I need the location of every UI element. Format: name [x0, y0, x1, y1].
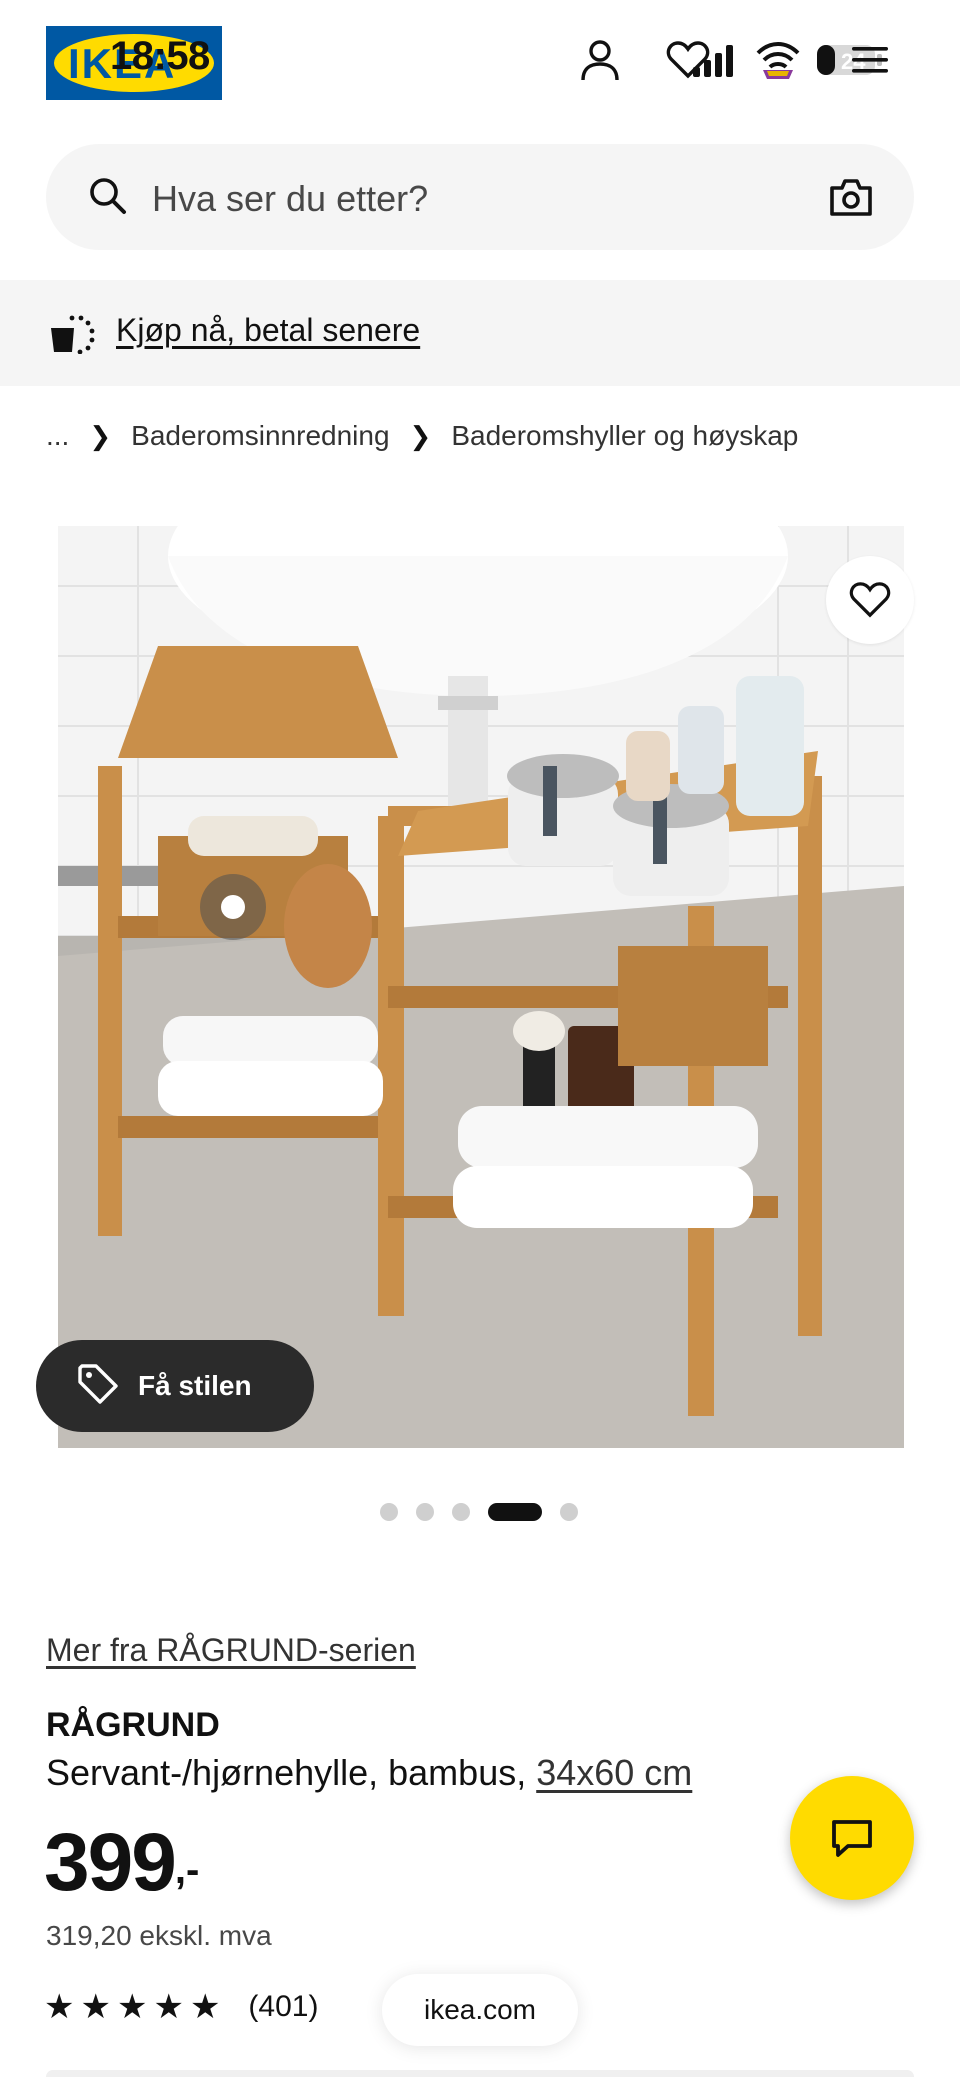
bottom-sheet-edge [46, 2070, 914, 2077]
chat-icon [832, 1820, 872, 1857]
search-placeholder[interactable]: Hva ser du etter? [152, 178, 428, 220]
buy-now-pay-later-link[interactable]: Kjøp nå, betal senere [116, 312, 420, 349]
status-time: 18:58 [110, 34, 210, 78]
product-image[interactable] [58, 526, 904, 1448]
product-name: RÅGRUND [46, 1706, 220, 1744]
breadcrumb: ... ❯ Baderomsinnredning ❯ Baderomshylle… [46, 416, 798, 456]
profile-icon[interactable] [576, 36, 624, 84]
carousel-dots [380, 1502, 596, 1522]
series-link[interactable]: Mer fra RÅGRUND-serien [46, 1632, 416, 1669]
breadcrumb-item-bathroom-shelves[interactable]: Baderomshyller og høyskap [451, 420, 798, 452]
size-link[interactable]: 34x60 cm [536, 1752, 692, 1793]
star-icon: ★ [44, 1988, 75, 2026]
price-ex-vat: 319,20 ekskl. mva [46, 1920, 272, 1951]
search-bar[interactable]: Hva ser du etter? [46, 144, 914, 250]
shopping-bag-icon [48, 312, 96, 359]
product-photo [58, 526, 904, 1448]
product-rating[interactable]: ★ ★ ★ ★ ★ (401) [44, 1990, 318, 2024]
financing-banner: Kjøp nå, betal senere [0, 280, 960, 386]
star-icon: ★ [153, 1988, 184, 2026]
star-icon: ★ [80, 1988, 111, 2026]
star-rating: ★ ★ ★ ★ ★ [44, 1990, 226, 2024]
star-icon: ★ [116, 1988, 148, 2026]
carousel-dot[interactable] [560, 1503, 578, 1521]
signal-icon [690, 36, 738, 84]
hotspot-dot [221, 895, 245, 919]
search-icon [86, 174, 130, 223]
chevron-right-icon: ❯ [409, 420, 432, 451]
breadcrumb-ellipsis[interactable]: ... [46, 420, 69, 452]
price-suffix: ,- [174, 1848, 200, 1892]
carousel-dot[interactable] [380, 1503, 398, 1521]
tag-icon [76, 1362, 120, 1411]
shop-the-look-button[interactable]: Få stilen [36, 1340, 314, 1432]
price-value: 399 [44, 1817, 177, 1908]
shop-the-look-label: Få stilen [138, 1370, 252, 1401]
wifi-icon [754, 36, 802, 84]
carousel-dot[interactable] [452, 1503, 470, 1521]
menu-icon[interactable] [846, 36, 894, 84]
review-count[interactable]: (401) [248, 1990, 318, 2024]
carousel-dot-active[interactable] [488, 1503, 542, 1521]
top-header: IKEA 18:58 24 [0, 0, 960, 130]
carousel-dot[interactable] [416, 1503, 434, 1521]
star-icon: ★ [189, 1988, 221, 2026]
heart-icon [849, 582, 891, 618]
camera-search-icon[interactable] [828, 176, 874, 223]
product-hotspot[interactable] [200, 874, 266, 940]
breadcrumb-item-bathroom-furniture[interactable]: Baderomsinnredning [131, 420, 389, 452]
product-description-text: Servant-/hjørnehylle, bambus, [46, 1752, 537, 1793]
add-to-favourites-button[interactable] [826, 556, 914, 644]
product-description: Servant-/hjørnehylle, bambus, 34x60 cm [46, 1752, 692, 1794]
chevron-right-icon: ❯ [89, 420, 112, 451]
product-price: 399 ,- [44, 1822, 199, 1904]
browser-url-bar[interactable]: ikea.com [382, 1974, 578, 2046]
chat-button[interactable] [790, 1776, 914, 1900]
